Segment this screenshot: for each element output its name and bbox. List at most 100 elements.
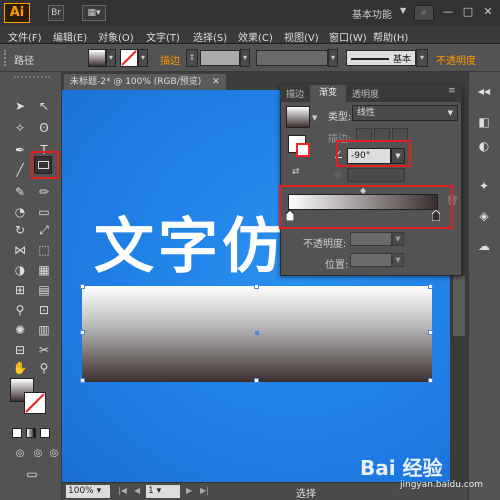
line-tool-icon[interactable]: ╱ [10, 160, 30, 180]
mesh-tool-icon[interactable]: ⊞ [10, 280, 30, 300]
zoom-field[interactable]: 100% ▾ [66, 485, 110, 498]
color-mode-icon[interactable] [12, 428, 22, 438]
slice-tool-icon[interactable]: ✂ [34, 340, 54, 360]
pencil-tool-icon[interactable]: ✏ [34, 182, 54, 202]
none-mode-icon[interactable] [40, 428, 50, 438]
menu-select[interactable]: 选择(S) [193, 29, 227, 44]
free-transform-tool-icon[interactable]: ⬚ [34, 240, 54, 260]
gradient-stroke-indicator[interactable] [296, 143, 310, 157]
selection-handle[interactable] [428, 330, 433, 335]
gradient-tool-icon[interactable]: ▤ [34, 280, 54, 300]
bridge-icon[interactable]: Br [48, 5, 64, 21]
document-tab[interactable]: 未标题-2* @ 100% (RGB/预览) ✕ [64, 74, 226, 90]
selection-handle[interactable] [80, 284, 85, 289]
minimize-icon[interactable]: — [438, 3, 458, 21]
symbol-sprayer-tool-icon[interactable]: ✺ [10, 320, 30, 340]
selection-tool-icon[interactable]: ➤ [10, 96, 30, 116]
menu-effect[interactable]: 效果(C) [238, 29, 273, 44]
scale-tool-icon[interactable]: ⤢ [34, 220, 54, 240]
last-page-icon[interactable]: ▶| [200, 486, 209, 495]
menu-help[interactable]: 帮助(H) [373, 29, 408, 44]
stroke-weight-stepper[interactable]: ⇕ [186, 49, 198, 67]
draw-normal-icon[interactable]: ◎ [10, 444, 30, 464]
selection-handle[interactable] [80, 378, 85, 383]
gradient-type-select[interactable]: 线性 ▼ [352, 105, 458, 121]
page-field[interactable]: 1 ▾ [146, 485, 180, 498]
pen-tool-icon[interactable]: ✒ [10, 140, 30, 160]
brush-definition[interactable]: 基本 [346, 50, 416, 66]
direct-selection-tool-icon[interactable]: ↖ [34, 96, 54, 116]
artboard-tool-icon[interactable]: ⊟ [10, 340, 30, 360]
layers-panel-icon[interactable]: ◈ [474, 206, 494, 226]
width-tool-icon[interactable]: ⋈ [10, 240, 30, 260]
draw-inside-icon[interactable]: ◎ [44, 444, 64, 464]
paintbrush-tool-icon[interactable]: ✎ [10, 182, 30, 202]
menu-object[interactable]: 对象(O) [98, 29, 134, 44]
blob-brush-tool-icon[interactable]: ◔ [10, 202, 30, 222]
tab-stroke[interactable]: 描边 [286, 87, 304, 100]
gradient-mode-icon[interactable] [26, 428, 36, 438]
swatches-panel-icon[interactable]: ◐ [474, 136, 494, 156]
previous-page-icon[interactable]: ◀ [134, 486, 140, 495]
close-tab-icon[interactable]: ✕ [212, 77, 220, 87]
selection-handle[interactable] [80, 330, 85, 335]
lasso-tool-icon[interactable]: ʘ [34, 118, 54, 138]
zoom-tool-icon[interactable]: ⚲ [34, 358, 54, 378]
symbols-panel-icon[interactable]: ☁ [474, 236, 494, 256]
profile-dropdown[interactable]: ▾ [328, 49, 338, 67]
close-icon[interactable]: ✕ [478, 3, 498, 21]
stroke-swatch[interactable] [120, 49, 138, 67]
stop-location-input[interactable] [350, 253, 392, 267]
selection-handle[interactable] [428, 378, 433, 383]
color-panel-icon[interactable]: ◧ [474, 112, 494, 132]
first-page-icon[interactable]: |◀ [118, 486, 127, 495]
tab-gradient[interactable]: 渐变 [310, 85, 346, 102]
menu-type[interactable]: 文字(T) [146, 29, 180, 44]
opacity-label[interactable]: 不透明度 [436, 52, 476, 67]
hand-tool-icon[interactable]: ✋ [10, 358, 30, 378]
column-graph-tool-icon[interactable]: ▥ [34, 320, 54, 340]
stroke-weight-input[interactable] [200, 50, 240, 66]
status-text[interactable]: 选择 [296, 485, 316, 500]
workspace-switcher[interactable]: 基本功能 [352, 6, 392, 21]
chevron-down-icon[interactable]: ▼ [400, 6, 406, 15]
fill-swatch[interactable] [88, 49, 106, 67]
stroke-label[interactable]: 描边 [160, 52, 180, 67]
stop-opacity-input[interactable] [350, 232, 392, 246]
search-icon[interactable]: ⌕ [414, 5, 434, 21]
eraser-tool-icon[interactable]: ▭ [34, 202, 54, 222]
brush-dropdown[interactable]: ▾ [416, 49, 428, 67]
stroke-weight-dropdown[interactable]: ▾ [240, 49, 250, 67]
shape-builder-tool-icon[interactable]: ◑ [10, 260, 30, 280]
chevron-down-icon[interactable]: ▼ [312, 114, 317, 122]
aspect-ratio-input[interactable] [347, 168, 405, 182]
brushes-panel-icon[interactable]: ✦ [474, 176, 494, 196]
stop-opacity-dropdown[interactable]: ▼ [392, 232, 404, 246]
selection-handle[interactable] [428, 284, 433, 289]
menu-file[interactable]: 文件(F) [8, 29, 42, 44]
arrange-documents-icon[interactable]: ▦▾ [82, 5, 106, 21]
eyedropper-tool-icon[interactable]: ⚲ [10, 300, 30, 320]
variable-width-profile[interactable] [256, 50, 328, 66]
collapse-dock-icon[interactable]: ◀◀ [474, 82, 494, 102]
perspective-grid-tool-icon[interactable]: ▦ [34, 260, 54, 280]
vertical-scroll-thumb[interactable] [453, 276, 465, 336]
rotate-tool-icon[interactable]: ↻ [10, 220, 30, 240]
gradient-preview-swatch[interactable] [286, 106, 310, 128]
blend-tool-icon[interactable]: ⊡ [34, 300, 54, 320]
canvas-text[interactable]: 文字仿 [94, 198, 286, 285]
fill-dropdown[interactable]: ▾ [106, 49, 116, 67]
next-page-icon[interactable]: ▶ [186, 486, 192, 495]
panel-menu-icon[interactable]: ≡ [448, 86, 456, 96]
stroke-dropdown[interactable]: ▾ [138, 49, 148, 67]
tab-transparency[interactable]: 透明度 [352, 87, 379, 100]
selection-handle[interactable] [254, 378, 259, 383]
selection-handle[interactable] [254, 284, 259, 289]
magic-wand-tool-icon[interactable]: ✧ [10, 118, 30, 138]
reverse-gradient-icon[interactable]: ⇄ [292, 167, 300, 177]
menu-view[interactable]: 视图(V) [284, 29, 319, 44]
maximize-icon[interactable]: □ [458, 3, 478, 21]
stroke-color-swatch[interactable] [24, 392, 46, 414]
screen-mode-icon[interactable]: ▭ [22, 464, 42, 484]
menu-edit[interactable]: 编辑(E) [53, 29, 87, 44]
